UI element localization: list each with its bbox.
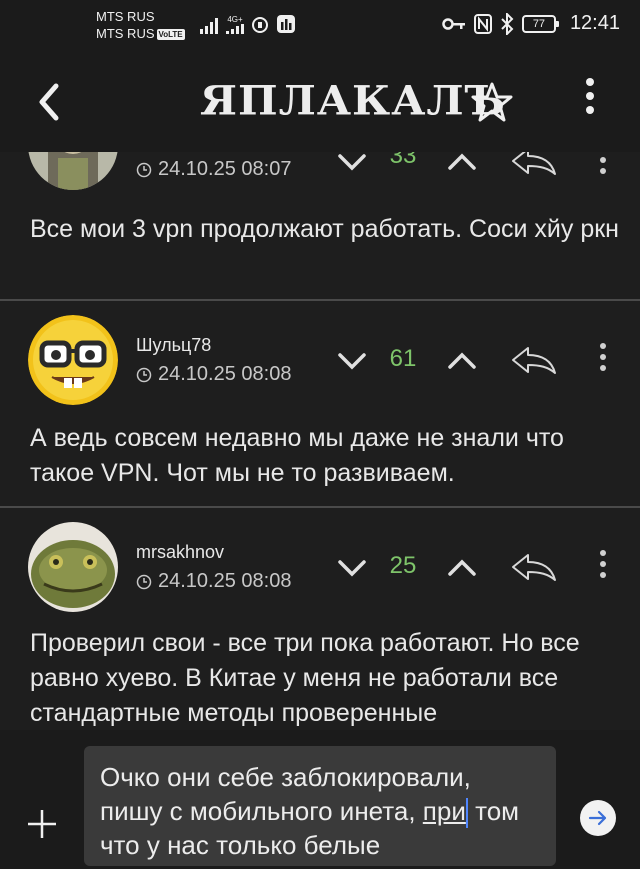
comment-text: Проверил свои - все три пока работают. Н…: [30, 629, 580, 727]
carrier-info: MTS RUS MTS RUS VoLTE: [96, 8, 185, 42]
key-icon: [442, 17, 465, 30]
comment-input[interactable]: Очко они себе заблокировали, пишу с моби…: [84, 746, 556, 866]
back-arrow-icon: [39, 83, 59, 121]
comment-score: 25: [389, 552, 417, 579]
carrier-2: MTS RUS: [96, 26, 155, 41]
volte-badge: VoLTE: [156, 29, 185, 41]
status-right: 77 12:41: [442, 12, 620, 35]
comment-date-text: 24.10.25 08:08: [158, 570, 292, 592]
app-notification-icon: [277, 15, 295, 33]
avatar[interactable]: [28, 152, 118, 190]
send-button[interactable]: [580, 800, 616, 836]
comment-item: mrsakhnov 24.10.25 08:08 25 Проверил сво…: [0, 506, 640, 730]
app-header: ЯПЛАКАЛЪ: [0, 52, 640, 152]
reply-arrow-icon: [512, 347, 556, 374]
input-text-underlined: при: [422, 796, 466, 826]
star-icon: [471, 82, 513, 122]
chevron-down-icon: [338, 154, 366, 171]
attach-button[interactable]: [26, 808, 58, 840]
upvote-button[interactable]: [446, 152, 478, 174]
signal-icon-2: [226, 24, 244, 34]
chevron-down-icon: [338, 353, 366, 370]
comment-item: 24.10.25 08:07 33 Все мои 3 vpn продолжа…: [0, 152, 640, 300]
message-composer: Очко они себе заблокировали, пишу с моби…: [0, 730, 640, 869]
clock-time: 12:41: [569, 12, 620, 34]
lte-label: 4G+: [227, 15, 243, 24]
carrier-1: MTS RUS: [96, 9, 155, 24]
comment-author[interactable]: Шульц78: [136, 335, 211, 356]
chevron-up-icon: [448, 559, 476, 576]
comment-date: 24.10.25 08:08: [136, 363, 291, 386]
comment-score: 33: [389, 152, 417, 169]
comments-feed[interactable]: 24.10.25 08:07 33 Все мои 3 vpn продолжа…: [0, 152, 640, 730]
plus-icon: [28, 810, 56, 838]
clock-icon: [136, 162, 152, 177]
chevron-up-icon: [448, 153, 476, 170]
avatar[interactable]: [28, 315, 118, 405]
clock-icon: [136, 367, 152, 382]
nfc-icon: [473, 13, 492, 34]
signal-icon: [200, 18, 218, 34]
input-text: Очко они себе заблокировали, пишу с моби…: [100, 762, 471, 826]
overflow-menu-button[interactable]: [578, 78, 602, 126]
comment-author[interactable]: mrsakhnov: [136, 542, 224, 563]
comment-more-button[interactable]: [596, 343, 610, 379]
chevron-down-icon: [338, 560, 366, 577]
comment-date-text: 24.10.25 08:07: [158, 158, 292, 180]
bluetooth-icon: [501, 12, 514, 35]
downvote-button[interactable]: [336, 349, 368, 373]
reply-button[interactable]: [510, 345, 558, 375]
comment-text: Все мои 3 vpn продолжают работать. Соси …: [30, 215, 619, 243]
more-vertical-icon: [578, 78, 602, 114]
reply-button[interactable]: [510, 552, 558, 582]
status-bar: MTS RUS MTS RUS VoLTE 4G+ 77 12:41: [0, 0, 640, 52]
avatar[interactable]: [28, 522, 118, 612]
reply-arrow-icon: [512, 554, 556, 581]
favorite-button[interactable]: [470, 80, 514, 124]
arrow-right-icon: [588, 810, 607, 826]
downvote-button[interactable]: [336, 152, 368, 174]
more-vertical-icon: [596, 550, 610, 578]
upvote-button[interactable]: [446, 556, 478, 580]
reply-button[interactable]: [510, 152, 558, 176]
battery-icon: 77: [521, 14, 559, 33]
upvote-button[interactable]: [446, 349, 478, 373]
comment-item: Шульц78 24.10.25 08:08 61 А ведь совсем …: [0, 299, 640, 505]
comment-date-text: 24.10.25 08:08: [158, 363, 292, 385]
network-icons: 4G+: [200, 14, 296, 34]
comment-text: А ведь совсем недавно мы даже не знали ч…: [30, 424, 564, 487]
reply-arrow-icon: [512, 152, 556, 175]
comment-date: 24.10.25 08:07: [136, 158, 291, 181]
downvote-button[interactable]: [336, 556, 368, 580]
more-vertical-icon: [596, 343, 610, 371]
more-vertical-icon: [596, 152, 610, 174]
clock-icon: [136, 574, 152, 589]
vpn-shield-icon: [252, 17, 268, 33]
app-logo[interactable]: ЯПЛАКАЛЪ: [200, 77, 506, 124]
chevron-up-icon: [448, 352, 476, 369]
back-button[interactable]: [30, 80, 70, 124]
comment-date: 24.10.25 08:08: [136, 570, 291, 593]
comment-more-button[interactable]: [596, 550, 610, 586]
comment-more-button[interactable]: [596, 152, 610, 182]
comment-score: 61: [389, 345, 417, 372]
